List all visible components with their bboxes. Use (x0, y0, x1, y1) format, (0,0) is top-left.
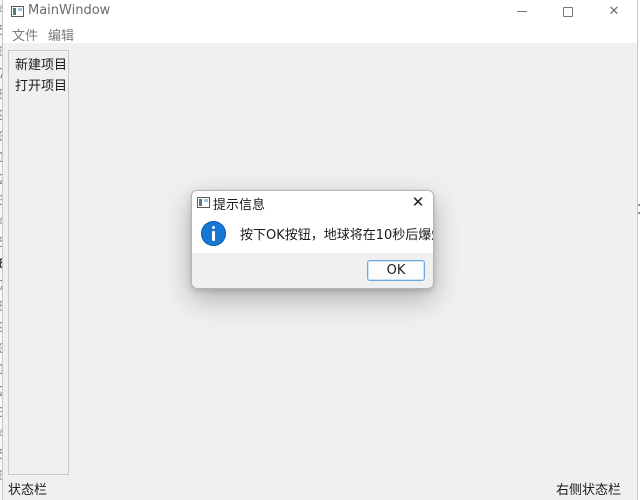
menu-file[interactable]: 文件 (12, 25, 38, 44)
window-title: MainWindow (28, 3, 111, 18)
dialog-title-bar[interactable]: 提示信息 ✕ (192, 191, 433, 213)
message-dialog: 提示信息 ✕ 按下OK按钮，地球将在10秒后爆炸 OK (191, 190, 434, 289)
ok-button[interactable]: OK (367, 260, 425, 281)
dialog-close-button[interactable]: ✕ (403, 191, 433, 213)
screen: 4 5 6 7 8 9 0 1 2 3 4 5 6 7 8 9 0 1 2 3 … (0, 0, 640, 500)
maximize-button[interactable] (545, 0, 591, 23)
dialog-message: 按下OK按钮，地球将在10秒后爆炸 (240, 228, 434, 243)
close-icon: ✕ (608, 4, 620, 19)
minimize-button[interactable] (499, 0, 545, 23)
dialog-app-icon (197, 197, 210, 208)
menu-bar: 文件 编辑 (3, 23, 637, 44)
status-bar-left: 状态栏 (8, 483, 48, 498)
app-icon (11, 6, 24, 17)
close-icon: ✕ (411, 193, 425, 211)
menu-edit[interactable]: 编辑 (48, 25, 74, 44)
dialog-content: 按下OK按钮，地球将在10秒后爆炸 (192, 213, 433, 253)
info-icon (201, 221, 226, 246)
dock-panel: 新建项目 打开项目 (8, 50, 69, 475)
status-bar-right: 右侧状态栏 (555, 483, 621, 498)
maximize-icon (563, 6, 573, 17)
title-bar[interactable]: MainWindow ✕ (3, 0, 637, 23)
dock-item-open-project[interactable]: 打开项目 (15, 75, 67, 94)
dock-item-new-project[interactable]: 新建项目 (15, 54, 67, 73)
dialog-title: 提示信息 (213, 198, 266, 213)
close-button[interactable]: ✕ (591, 0, 637, 23)
minimize-icon (517, 11, 527, 12)
